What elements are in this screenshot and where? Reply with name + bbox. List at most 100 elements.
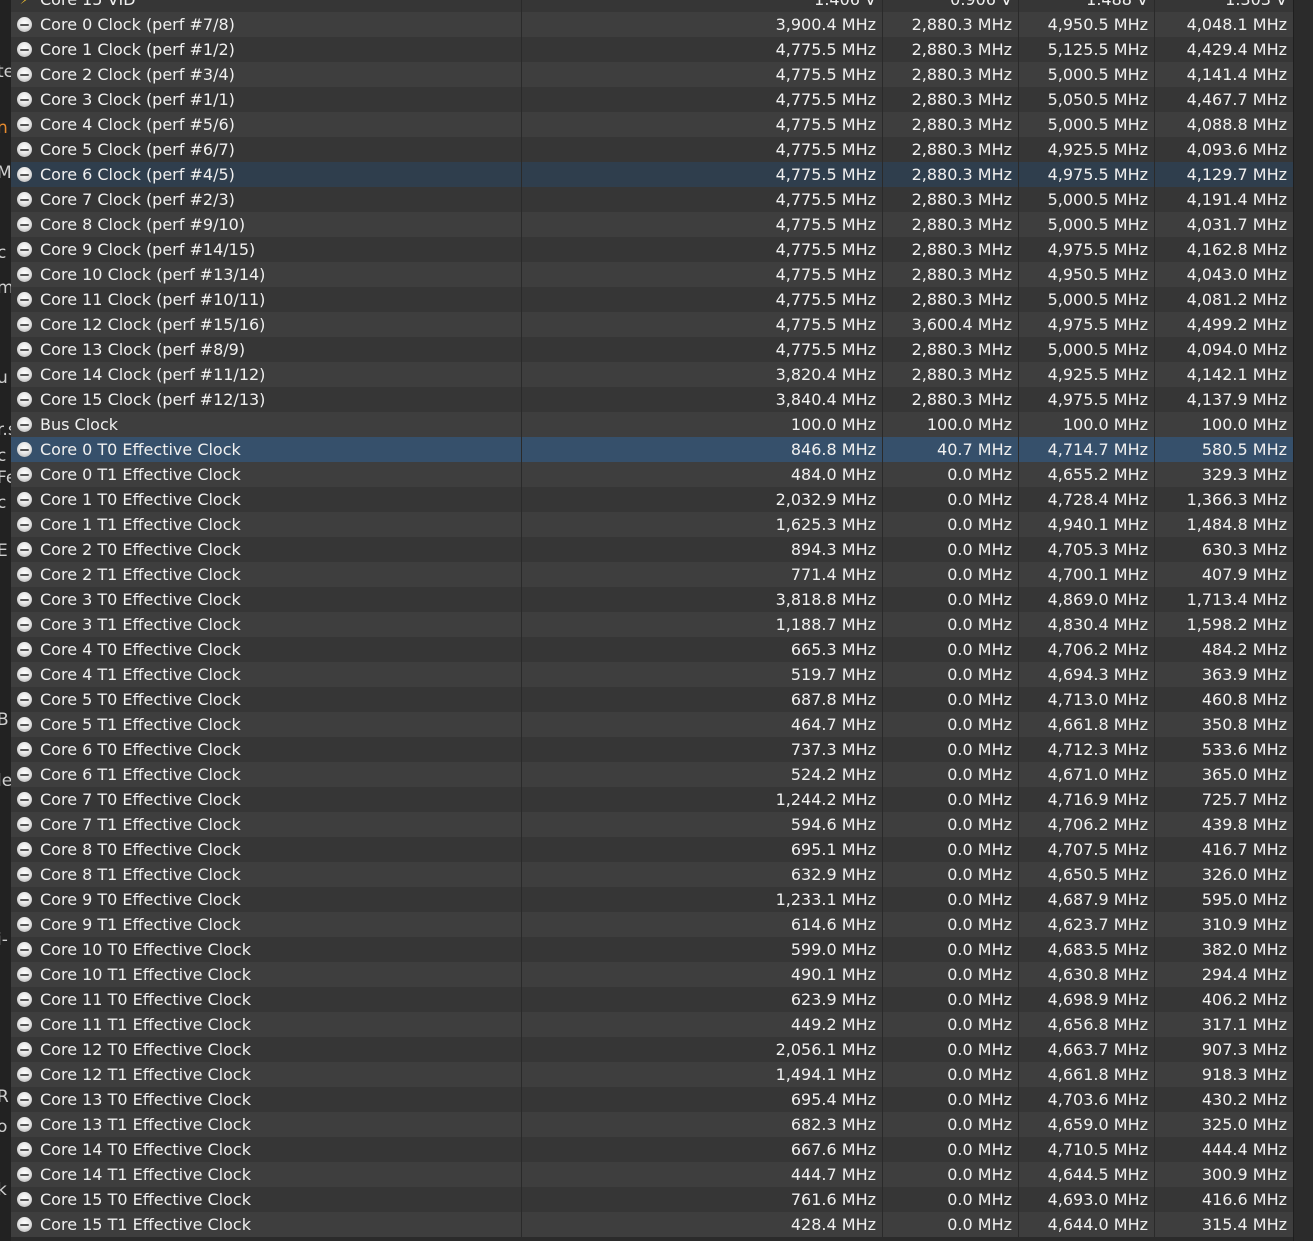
clock-icon — [17, 17, 32, 32]
sensor-row[interactable]: Core 12 T1 Effective Clock 1,494.1 MHz 0.0… — [11, 1062, 1293, 1087]
sensor-row[interactable]: Core 4 Clock (perf #5/6) 4,775.5 MHz 2,880… — [11, 112, 1293, 137]
sensor-name-cell: Core 9 T0 Effective Clock — [11, 887, 522, 912]
sensor-label: Core 0 T0 Effective Clock — [40, 440, 241, 459]
sensor-row[interactable]: Core 11 T0 Effective Clock 623.9 MHz 0.0 M… — [11, 987, 1293, 1012]
minimum-value: 2,880.3 MHz — [883, 237, 1019, 262]
sensor-row[interactable]: Core 13 T1 Effective Clock 682.3 MHz 0.0 M… — [11, 1112, 1293, 1137]
sensor-row[interactable]: Core 3 T1 Effective Clock 1,188.7 MHz 0.0 … — [11, 612, 1293, 637]
clock-icon — [17, 67, 32, 82]
average-value: 329.3 MHz — [1201, 465, 1287, 484]
maximum-value: 5,000.5 MHz — [1019, 337, 1155, 362]
sensor-name-cell: Core 8 T1 Effective Clock — [11, 862, 522, 887]
current-value: 1,244.2 MHz — [522, 787, 883, 812]
maximum-value: 4,659.0 MHz — [1019, 1112, 1155, 1137]
sensor-label: Core 7 Clock (perf #2/3) — [40, 190, 235, 209]
clock-icon — [17, 1092, 32, 1107]
sensor-name-cell: Core 15 T0 Effective Clock — [11, 1187, 522, 1212]
clock-icon — [17, 592, 32, 607]
sensor-row[interactable]: Core 14 T1 Effective Clock 444.7 MHz 0.0 M… — [11, 1162, 1293, 1187]
sensor-row[interactable]: Core 2 Clock (perf #3/4) 4,775.5 MHz 2,880… — [11, 62, 1293, 87]
sensor-row[interactable]: Core 12 Clock (perf #15/16) 4,775.5 MHz 3,… — [11, 312, 1293, 337]
minimum-value: 0.0 MHz — [883, 937, 1019, 962]
sensor-row[interactable]: Core 0 Clock (perf #7/8) 3,900.4 MHz 2,880… — [11, 12, 1293, 37]
sensor-row[interactable]: Core 12 T0 Effective Clock 2,056.1 MHz 0.0… — [11, 1037, 1293, 1062]
background-window-text: B — [0, 710, 9, 730]
average-value: 4,467.7 MHz — [1186, 90, 1287, 109]
sensor-row[interactable]: Core 3 T0 Effective Clock 3,818.8 MHz 0.0 … — [11, 587, 1293, 612]
sensor-row[interactable]: Core 0 T1 Effective Clock 484.0 MHz 0.0 MH… — [11, 462, 1293, 487]
maximum-value: 5,050.5 MHz — [1019, 87, 1155, 112]
sensor-label: Core 11 T0 Effective Clock — [40, 990, 251, 1009]
sensor-row[interactable]: Core 1 Clock (perf #1/2) 4,775.5 MHz 2,880… — [11, 37, 1293, 62]
sensor-row[interactable]: Core 5 Clock (perf #6/7) 4,775.5 MHz 2,880… — [11, 137, 1293, 162]
maximum-value: 4,644.0 MHz — [1019, 1212, 1155, 1237]
sensor-row[interactable]: Core 8 T1 Effective Clock 632.9 MHz 0.0 MH… — [11, 862, 1293, 887]
clock-icon — [17, 217, 32, 232]
sensor-row[interactable]: Core 15 T0 Effective Clock 761.6 MHz 0.0 M… — [11, 1187, 1293, 1212]
sensor-name-cell: Core 3 Clock (perf #1/1) — [11, 87, 522, 112]
sensor-row[interactable]: Core 5 T0 Effective Clock 687.8 MHz 0.0 MH… — [11, 687, 1293, 712]
average-value: 430.2 MHz — [1201, 1090, 1287, 1109]
sensor-row[interactable]: Core 15 Clock (perf #12/13) 3,840.4 MHz 2,… — [11, 387, 1293, 412]
sensor-name-cell: Core 7 T1 Effective Clock — [11, 812, 522, 837]
maximum-value: 4,687.9 MHz — [1019, 887, 1155, 912]
clock-icon — [17, 417, 32, 432]
sensor-row[interactable]: ⚡ Core 15 VID 1.406 V0.906 V1.488 V1.303 V — [11, 0, 1293, 12]
sensor-row[interactable]: Core 10 T0 Effective Clock 599.0 MHz 0.0 M… — [11, 937, 1293, 962]
sensor-row[interactable]: Core 2 T1 Effective Clock 771.4 MHz 0.0 MH… — [11, 562, 1293, 587]
sensor-name-cell: Core 1 Clock (perf #1/2) — [11, 37, 522, 62]
minimum-value: 0.0 MHz — [883, 512, 1019, 537]
sensor-row[interactable]: Core 13 T0 Effective Clock 695.4 MHz 0.0 M… — [11, 1087, 1293, 1112]
sensor-row[interactable]: Core 1 T1 Effective Clock 1,625.3 MHz 0.0 … — [11, 512, 1293, 537]
sensor-row[interactable]: Core 4 T1 Effective Clock 519.7 MHz 0.0 MH… — [11, 662, 1293, 687]
sensor-row[interactable]: Core 6 Clock (perf #4/5) 4,775.5 MHz 2,880… — [11, 162, 1293, 187]
sensor-row[interactable]: Core 8 T0 Effective Clock 695.1 MHz 0.0 MH… — [11, 837, 1293, 862]
minimum-value: 0.0 MHz — [883, 612, 1019, 637]
sensor-row[interactable]: Core 9 Clock (perf #14/15) 4,775.5 MHz 2,8… — [11, 237, 1293, 262]
sensor-row[interactable]: Core 10 Clock (perf #13/14) 4,775.5 MHz 2,… — [11, 262, 1293, 287]
sensor-row[interactable]: Core 7 T1 Effective Clock 594.6 MHz 0.0 MH… — [11, 812, 1293, 837]
sensor-row[interactable]: Bus Clock 100.0 MHz 100.0 MHz 100.0 MHz 100.… — [11, 412, 1293, 437]
sensor-row[interactable]: Core 13 Clock (perf #8/9) 4,775.5 MHz 2,88… — [11, 337, 1293, 362]
average-value: 4,031.7 MHz — [1186, 215, 1287, 234]
sensor-row[interactable]: Core 11 T1 Effective Clock 449.2 MHz 0.0 M… — [11, 1012, 1293, 1037]
current-value: 4,775.5 MHz — [522, 187, 883, 212]
average-value: 4,141.4 MHz — [1186, 65, 1287, 84]
sensor-row[interactable]: Core 9 T1 Effective Clock 614.6 MHz 0.0 MH… — [11, 912, 1293, 937]
sensor-row[interactable]: Core 8 Clock (perf #9/10) 4,775.5 MHz 2,88… — [11, 212, 1293, 237]
clock-icon — [17, 292, 32, 307]
sensor-row[interactable]: Core 10 T1 Effective Clock 490.1 MHz 0.0 M… — [11, 962, 1293, 987]
sensor-name-cell: Core 14 T1 Effective Clock — [11, 1162, 522, 1187]
minimum-value: 0.0 MHz — [883, 987, 1019, 1012]
sensor-row[interactable]: Core 15 T1 Effective Clock 428.4 MHz 0.0 M… — [11, 1212, 1293, 1237]
sensor-row[interactable]: Core 14 Clock (perf #11/12) 3,820.4 MHz 2,… — [11, 362, 1293, 387]
minimum-value: 0.0 MHz — [883, 562, 1019, 587]
sensor-row[interactable]: Core 3 Clock (perf #1/1) 4,775.5 MHz 2,880… — [11, 87, 1293, 112]
sensor-row[interactable]: Core 7 T0 Effective Clock 1,244.2 MHz 0.0 … — [11, 787, 1293, 812]
sensor-row[interactable]: Core 0 T0 Effective Clock 846.8 MHz 40.7 M… — [11, 437, 1293, 462]
clock-icon — [17, 1017, 32, 1032]
sensor-row[interactable]: Core 6 T0 Effective Clock 737.3 MHz 0.0 MH… — [11, 737, 1293, 762]
current-value: 737.3 MHz — [522, 737, 883, 762]
sensor-row[interactable]: Core 14 T0 Effective Clock 667.6 MHz 0.0 M… — [11, 1137, 1293, 1162]
sensor-row[interactable]: Core 2 T0 Effective Clock 894.3 MHz 0.0 MH… — [11, 537, 1293, 562]
sensor-row[interactable]: Core 7 Clock (perf #2/3) 4,775.5 MHz 2,880… — [11, 187, 1293, 212]
maximum-value: 4,694.3 MHz — [1019, 662, 1155, 687]
sensor-row[interactable]: Core 1 T0 Effective Clock 2,032.9 MHz 0.0 … — [11, 487, 1293, 512]
background-window-text: E — [0, 541, 8, 561]
sensor-row[interactable]: Core 6 T1 Effective Clock 524.2 MHz 0.0 MH… — [11, 762, 1293, 787]
clock-icon — [17, 42, 32, 57]
average-value: 407.9 MHz — [1201, 565, 1287, 584]
vertical-scrollbar[interactable] — [1293, 0, 1313, 1241]
background-window-text: le — [0, 771, 11, 791]
maximum-value: 4,661.8 MHz — [1019, 1062, 1155, 1087]
current-value: 771.4 MHz — [522, 562, 883, 587]
sensor-row[interactable]: Core 5 T1 Effective Clock 464.7 MHz 0.0 MH… — [11, 712, 1293, 737]
sensor-row[interactable]: Core 4 T0 Effective Clock 665.3 MHz 0.0 MH… — [11, 637, 1293, 662]
average-value: 1,366.3 MHz — [1186, 490, 1287, 509]
sensor-row[interactable]: Core 11 Clock (perf #10/11) 4,775.5 MHz 2,… — [11, 287, 1293, 312]
current-value: 4,775.5 MHz — [522, 212, 883, 237]
sensor-row[interactable]: Core 9 T0 Effective Clock 1,233.1 MHz 0.0 … — [11, 887, 1293, 912]
clock-icon — [17, 367, 32, 382]
current-value: 594.6 MHz — [522, 812, 883, 837]
